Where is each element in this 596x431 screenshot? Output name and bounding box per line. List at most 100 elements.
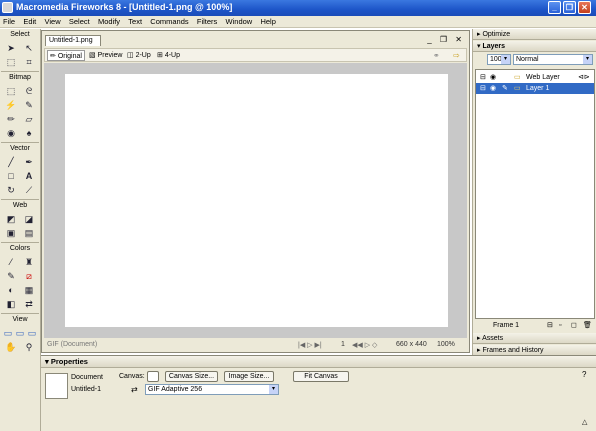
swap-colors-icon[interactable]: ▦ — [22, 284, 36, 296]
menu-select[interactable]: Select — [66, 16, 93, 26]
quick-export-icon[interactable]: ⚭ — [433, 51, 440, 60]
text-icon[interactable]: A — [22, 170, 36, 182]
no-stroke-fill-icon[interactable]: ◧ — [4, 298, 18, 310]
expand-icon[interactable]: ⊟ — [480, 83, 486, 94]
hide-slices-icon[interactable]: ▣ — [4, 227, 18, 239]
show-slices-icon[interactable]: ▤ — [22, 227, 36, 239]
tools-section-select: Select — [10, 31, 30, 38]
full-screen-icon[interactable]: ▭ — [26, 327, 38, 339]
collapse-icon[interactable]: △ — [582, 418, 587, 426]
tab-4up[interactable]: ⊞ 4-Up — [155, 50, 182, 61]
menu-view[interactable]: View — [42, 16, 64, 26]
subselect-icon[interactable]: ↖ — [22, 42, 36, 54]
pencil-icon[interactable]: ✏ — [4, 113, 18, 125]
tab-original[interactable]: ✏ Original — [47, 50, 85, 61]
menu-help[interactable]: Help — [257, 16, 278, 26]
new-sublayer-icon[interactable]: ⊟ — [547, 320, 553, 332]
panel-optimize-header[interactable]: ▸ Optimize — [473, 29, 596, 40]
duplicate-layer-icon[interactable]: ◻ — [571, 320, 577, 332]
lasso-icon[interactable]: ᘓ — [22, 85, 36, 97]
paint-bucket-icon[interactable]: ♜ — [22, 256, 36, 268]
menu-edit[interactable]: Edit — [20, 16, 39, 26]
fill-color-icon[interactable]: ⧄ — [22, 270, 36, 282]
fit-canvas-button[interactable]: Fit Canvas — [293, 371, 349, 382]
doc-type-label: Document — [71, 374, 103, 381]
panel-assets-header[interactable]: ▸ Assets — [473, 333, 596, 344]
freeform-icon[interactable]: ↻ — [4, 184, 18, 196]
document-status-bar: GIF (Document) |◀ ▷ ▶| 1 ◀◀ ▷ ◇ 660 x 44… — [44, 339, 467, 351]
canvas-area[interactable] — [44, 63, 467, 338]
tools-section-colors: Colors — [9, 245, 31, 252]
slice-icon[interactable]: ◪ — [22, 213, 36, 225]
eye-icon[interactable]: ◉ — [490, 83, 496, 94]
new-layer-icon[interactable]: ▫ — [559, 320, 561, 332]
magic-wand-icon[interactable]: ⚡ — [4, 99, 18, 111]
layer-row-web[interactable]: ⊟ ◉ ▭ Web Layer ⊲⊳ — [476, 72, 594, 83]
opacity-field[interactable]: 100 ▾ — [487, 54, 511, 65]
menu-filters[interactable]: Filters — [194, 16, 220, 26]
menu-modify[interactable]: Modify — [95, 16, 123, 26]
tab-2up[interactable]: ◫ 2-Up — [125, 50, 153, 61]
export-icon[interactable]: ⇨ — [453, 51, 460, 60]
marquee-icon[interactable]: ⬚ — [4, 85, 18, 97]
default-colors-icon[interactable]: ◐ — [4, 284, 18, 296]
folder-icon: ▭ — [514, 74, 521, 81]
eye-icon[interactable]: ◉ — [490, 72, 496, 83]
layer-row-1[interactable]: ⊟ ◉ ✎ ▭ Layer 1 — [476, 83, 594, 94]
eraser-icon[interactable]: ▱ — [22, 113, 36, 125]
hand-icon[interactable]: ✋ — [4, 341, 18, 353]
canvas-color-swatch[interactable] — [147, 371, 159, 382]
swap-icon[interactable]: ⇄ — [22, 298, 36, 310]
scale-icon[interactable]: ⬚ — [4, 56, 18, 68]
tools-section-web: Web — [12, 202, 28, 209]
hotspot-icon[interactable]: ◩ — [4, 213, 18, 225]
canvas-label: Canvas: — [119, 373, 145, 380]
rubber-stamp-icon[interactable]: ♠ — [22, 127, 36, 139]
brush-icon[interactable]: ✎ — [22, 99, 36, 111]
palette-select[interactable]: GIF Adaptive 256 ▾ — [145, 384, 279, 395]
stroke-color-icon[interactable]: ✎ — [4, 270, 18, 282]
image-size-button[interactable]: Image Size... — [224, 371, 274, 382]
standard-screen-icon[interactable]: ▭ — [2, 327, 14, 339]
menu-file[interactable]: File — [0, 16, 18, 26]
document-window-controls[interactable]: _ ❐ ✕ — [427, 35, 465, 44]
rectangle-icon[interactable]: □ — [4, 170, 18, 182]
status-frame-number: 1 — [341, 341, 345, 348]
blend-mode-select[interactable]: Normal ▾ — [513, 54, 593, 65]
zoom-level[interactable]: 100% — [437, 341, 455, 348]
expand-icon[interactable]: ⊟ — [480, 72, 486, 83]
app-icon — [2, 2, 13, 13]
restore-button[interactable]: ❐ — [563, 1, 576, 14]
tab-preview[interactable]: ▧ Preview — [87, 50, 124, 61]
panel-layers-header[interactable]: ▾ Layers — [473, 41, 596, 52]
trash-icon[interactable]: 🗑 — [583, 320, 592, 332]
tools-panel: Select ➤ ↖ ⬚ ⌗ Bitmap ⬚ ᘓ ⚡ ✎ ✏ ▱ ◉ ♠ Vector ╱… — [0, 29, 41, 431]
eyedropper-icon[interactable]: ⁄ — [4, 256, 18, 268]
playback-controls[interactable]: ◀◀ ▷ ◇ — [352, 341, 377, 349]
lock-icon[interactable]: ⊲⊳ — [578, 72, 590, 83]
doc-name-label: Untitled-1 — [71, 386, 101, 393]
pointer-icon[interactable]: ➤ — [4, 42, 18, 54]
knife-icon[interactable]: ⟋ — [22, 184, 36, 196]
zoom-icon[interactable]: ⚲ — [22, 341, 36, 353]
blur-icon[interactable]: ◉ — [4, 127, 18, 139]
title-bar: Macromedia Fireworks 8 - [Untitled-1.png… — [0, 0, 596, 16]
pencil-icon: ✎ — [502, 85, 508, 92]
document-tab[interactable]: Untitled-1.png — [45, 35, 101, 46]
close-button[interactable]: ✕ — [578, 1, 591, 14]
canvas[interactable] — [65, 74, 448, 327]
menu-text[interactable]: Text — [125, 16, 145, 26]
menu-window[interactable]: Window — [223, 16, 256, 26]
crop-icon[interactable]: ⌗ — [22, 56, 36, 68]
canvas-size-button[interactable]: Canvas Size... — [165, 371, 218, 382]
full-screen-menu-icon[interactable]: ▭ — [14, 327, 26, 339]
properties-header[interactable]: ▾ Properties — [41, 356, 596, 368]
frame-label[interactable]: Frame 1 — [493, 320, 519, 332]
minimize-button[interactable]: _ — [548, 1, 561, 14]
menu-commands[interactable]: Commands — [147, 16, 191, 26]
chevron-down-icon: ▾ — [501, 55, 510, 64]
help-icon[interactable]: ? — [582, 370, 586, 379]
pen-icon[interactable]: ✒ — [22, 156, 36, 168]
frame-controls[interactable]: |◀ ▷ ▶| — [298, 341, 322, 349]
line-icon[interactable]: ╱ — [4, 156, 18, 168]
